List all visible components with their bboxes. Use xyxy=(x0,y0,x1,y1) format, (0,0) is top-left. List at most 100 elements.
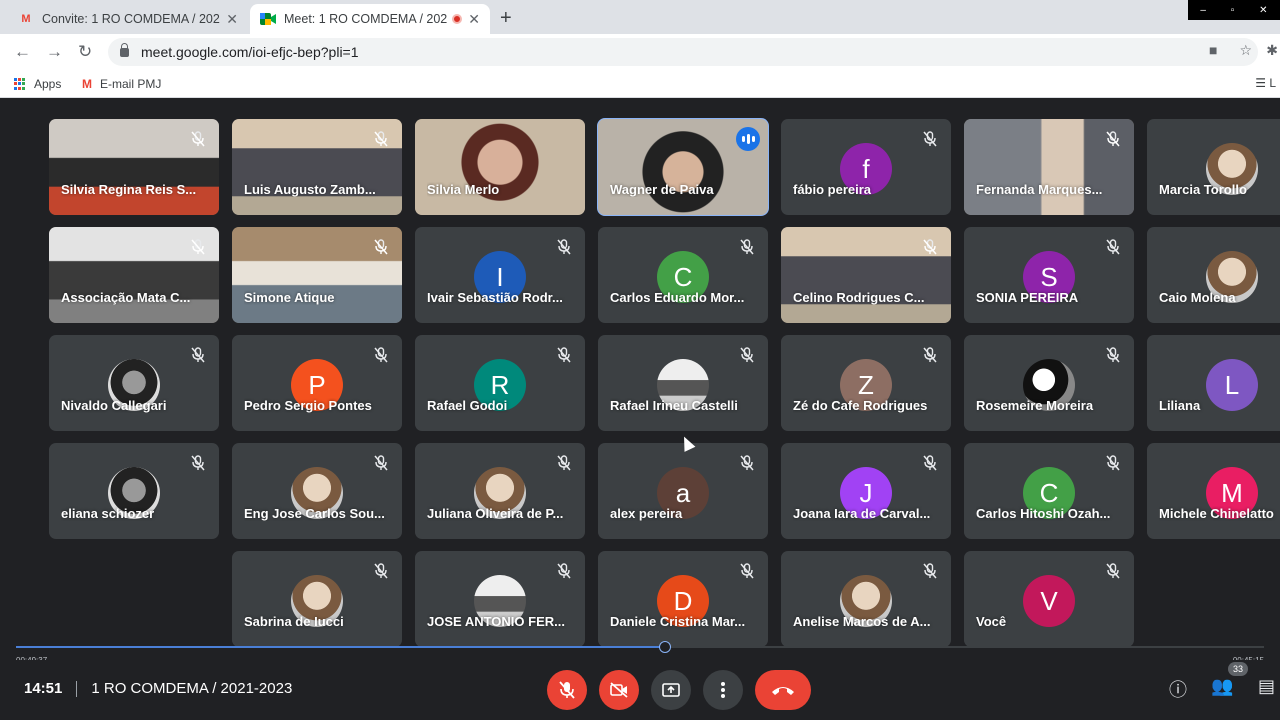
chat-icon[interactable]: ▤ xyxy=(1258,676,1275,697)
participant-tile[interactable]: Nivaldo Callegari xyxy=(49,335,219,431)
url-field[interactable]: meet.google.com/ioi-efjc-bep?pli=1 xyxy=(108,38,1258,66)
extensions-icon[interactable]: ✱ xyxy=(1266,42,1278,59)
participant-name: Fernanda Marques... xyxy=(976,182,1103,197)
participant-tile[interactable]: L Liliana xyxy=(1147,335,1280,431)
star-icon[interactable]: ☆ xyxy=(1239,42,1252,59)
progress-knob[interactable] xyxy=(658,641,671,653)
reload-icon[interactable]: ↻ xyxy=(78,42,92,62)
participant-tile[interactable]: D Daniele Cristina Mar... xyxy=(598,551,768,647)
tab-meet[interactable]: Meet: 1 RO COMDEMA / 202 ✕ xyxy=(250,4,490,34)
participant-tile[interactable]: Fernanda Marques... xyxy=(964,119,1134,215)
divider xyxy=(76,680,78,697)
close-window-icon[interactable]: ✕ xyxy=(1259,5,1267,16)
gmail-icon: M xyxy=(21,13,31,25)
bookmark-email-pmj[interactable]: M E-mail PMJ xyxy=(82,77,161,91)
people-icon[interactable]: 👥 xyxy=(1211,676,1233,697)
participant-tile[interactable]: Luis Augusto Zamb... xyxy=(232,119,402,215)
participant-tile[interactable]: Anelise Marcos de A... xyxy=(781,551,951,647)
window-controls: – ▫ ✕ xyxy=(1188,0,1280,20)
mic-off-icon xyxy=(1106,455,1120,471)
participant-name: fábio pereira xyxy=(793,182,872,197)
back-icon[interactable]: ← xyxy=(14,42,31,62)
participant-tile[interactable]: C Carlos Eduardo Mor... xyxy=(598,227,768,323)
participant-name: Rafael Godoi xyxy=(427,398,508,413)
participant-tile[interactable]: P Pedro Sergio Pontes xyxy=(232,335,402,431)
mic-off-icon xyxy=(191,239,205,255)
restore-icon[interactable]: ▫ xyxy=(1231,5,1235,16)
meeting-details-icon[interactable]: ⓘ xyxy=(1169,676,1187,702)
participant-tile[interactable]: f fábio pereira xyxy=(781,119,951,215)
mic-off-icon xyxy=(557,563,571,579)
participant-name: Celino Rodrigues C... xyxy=(793,290,925,305)
participant-tile[interactable]: Wagner de Paiva xyxy=(597,118,769,216)
participant-tile[interactable]: S SONIA PEREIRA xyxy=(964,227,1134,323)
participant-tile[interactable]: Eng Jose Carlos Sou... xyxy=(232,443,402,539)
tab-convite[interactable]: M Convite: 1 RO COMDEMA / 2021 ✕ xyxy=(8,4,248,34)
reading-list-label: L xyxy=(1269,76,1276,90)
participant-tile[interactable]: Rafael Irineu Castelli xyxy=(598,335,768,431)
meeting-clock: 14:51 xyxy=(24,680,63,697)
leave-call-button[interactable] xyxy=(755,670,811,710)
participant-name: Eng Jose Carlos Sou... xyxy=(244,506,385,521)
reading-list-button[interactable]: ☰ L xyxy=(1255,76,1276,90)
more-options-button[interactable] xyxy=(703,670,743,710)
participant-tile[interactable]: Associação Mata C... xyxy=(49,227,219,323)
participant-tile[interactable]: R Rafael Godoi xyxy=(415,335,585,431)
camera-toggle-button[interactable] xyxy=(599,670,639,710)
forward-icon[interactable]: → xyxy=(46,42,63,62)
present-screen-button[interactable] xyxy=(651,670,691,710)
participant-name: alex pereira xyxy=(610,506,683,521)
mic-off-icon xyxy=(1106,131,1120,147)
mic-off-icon xyxy=(557,239,571,255)
new-tab-button[interactable]: + xyxy=(500,7,512,30)
mic-off-icon xyxy=(374,239,388,255)
participant-grid: Silvia Regina Reis S... Luis Augusto Zamb… xyxy=(0,99,1280,647)
participant-name: Sabrina de Iucci xyxy=(244,614,344,629)
minimize-icon[interactable]: – xyxy=(1200,5,1206,16)
participant-tile[interactable]: M Michele Chinelatto xyxy=(1147,443,1280,539)
participant-tile[interactable]: a alex pereira xyxy=(598,443,768,539)
participant-tile[interactable]: Z Zé do Cafe Rodrigues xyxy=(781,335,951,431)
participant-tile[interactable]: Caio Molena xyxy=(1147,227,1280,323)
participant-tile[interactable]: Rosemeire Moreira xyxy=(964,335,1134,431)
video-progress-bar[interactable] xyxy=(16,641,1264,653)
participant-tile[interactable]: Juliana Oliveira de P... xyxy=(415,443,585,539)
close-icon[interactable]: ✕ xyxy=(226,11,238,28)
mic-off-icon xyxy=(740,347,754,363)
meeting-title: 1 RO COMDEMA / 2021-2023 xyxy=(91,680,293,697)
participant-name: Wagner de Paiva xyxy=(610,182,714,197)
browser-tab-strip: M Convite: 1 RO COMDEMA / 2021 ✕ Meet: 1… xyxy=(0,0,1280,34)
present-icon xyxy=(662,683,680,697)
participant-tile[interactable]: Celino Rodrigues C... xyxy=(781,227,951,323)
participant-name: Silvia Merlo xyxy=(427,182,500,197)
participant-tile[interactable]: V Você xyxy=(964,551,1134,647)
more-vert-icon xyxy=(721,682,725,698)
participant-name: eliana schiozer xyxy=(61,506,155,521)
bookmark-label: E-mail PMJ xyxy=(100,77,162,91)
participant-tile[interactable]: I Ivair Sebastião Rodr... xyxy=(415,227,585,323)
participant-tile[interactable]: eliana schiozer xyxy=(49,443,219,539)
participant-tile[interactable]: Silvia Merlo xyxy=(415,119,585,215)
participant-tile[interactable]: Silvia Regina Reis S... xyxy=(49,119,219,215)
participant-name: Rafael Irineu Castelli xyxy=(610,398,738,413)
participant-name: Michele Chinelatto xyxy=(1159,506,1274,521)
mic-off-icon xyxy=(374,131,388,147)
mic-off-icon xyxy=(923,347,937,363)
participant-name: Rosemeire Moreira xyxy=(976,398,1094,413)
participant-tile[interactable]: Sabrina de Iucci xyxy=(232,551,402,647)
participant-tile[interactable]: J Joana Iara de Carval... xyxy=(781,443,951,539)
camera-icon[interactable]: ■ xyxy=(1209,42,1217,59)
participant-tile[interactable]: C Carlos Hitoshi Ozah... xyxy=(964,443,1134,539)
participant-name: Carlos Eduardo Mor... xyxy=(610,290,745,305)
participant-name: SONIA PEREIRA xyxy=(976,290,1079,305)
participant-tile[interactable]: Simone Atique xyxy=(232,227,402,323)
participant-name: Luis Augusto Zamb... xyxy=(244,182,376,197)
mic-off-icon xyxy=(1106,239,1120,255)
participant-tile[interactable]: JOSE ANTONIO FER... xyxy=(415,551,585,647)
bookmark-apps[interactable]: Apps xyxy=(14,77,61,91)
bookmarks-bar: Apps M E-mail PMJ ☰ L xyxy=(0,70,1280,98)
microphone-toggle-button[interactable] xyxy=(547,670,587,710)
mic-off-icon xyxy=(374,455,388,471)
participant-tile[interactable]: Marcia Torollo xyxy=(1147,119,1280,215)
close-icon[interactable]: ✕ xyxy=(468,11,480,28)
